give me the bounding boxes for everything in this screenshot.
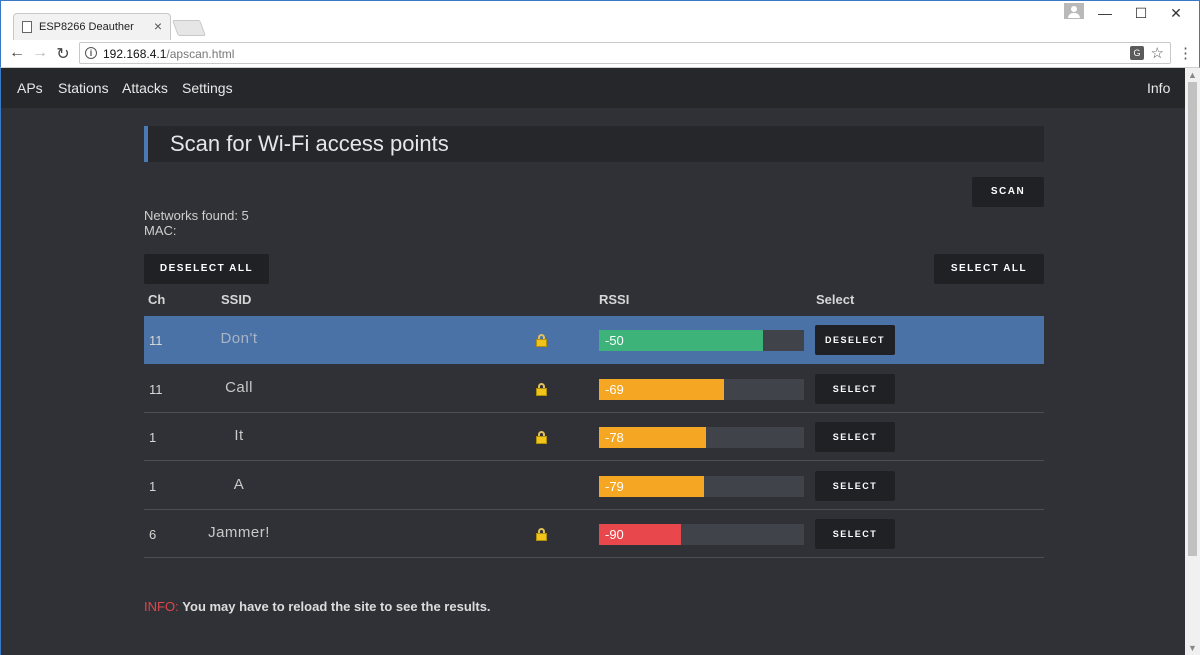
nav-link-aps[interactable]: APs: [17, 80, 43, 96]
deselect-button[interactable]: DESELECT: [815, 325, 895, 355]
browser-toolbar: ← → ↻ i 192.168.4.1/apscan.html G ☆ ⋮: [0, 40, 1200, 68]
channel-cell: 11: [149, 381, 163, 397]
column-header-rssi: RSSI: [599, 292, 630, 307]
table-row: 1 It -78 SELECT: [144, 413, 1044, 461]
reload-icon[interactable]: ↻: [53, 44, 73, 64]
column-header-select: Select: [816, 292, 855, 307]
lock-icon: [536, 382, 547, 396]
lock-icon: [536, 334, 547, 347]
rssi-meter: -78: [599, 427, 804, 448]
browser-tab[interactable]: ESP8266 Deauther ×: [13, 13, 171, 41]
select-button[interactable]: SELECT: [815, 519, 895, 549]
channel-cell: 1: [149, 430, 157, 445]
scan-button[interactable]: SCAN: [972, 177, 1044, 207]
select-all-button[interactable]: SELECT ALL: [934, 254, 1044, 284]
channel-cell: 1: [149, 478, 157, 494]
rssi-value: -78: [605, 430, 624, 445]
nav-link-info[interactable]: Info: [1147, 80, 1170, 96]
maximize-icon[interactable]: ☐: [1126, 3, 1156, 23]
browser-menu-icon[interactable]: ⋮: [1178, 44, 1193, 62]
lock-icon: [536, 431, 547, 444]
table-row: 11 Call -69 SELECT: [144, 365, 1044, 413]
mac-text: MAC:: [144, 223, 177, 238]
vertical-scrollbar[interactable]: ▲ ▼: [1185, 68, 1200, 655]
nav-link-settings[interactable]: Settings: [182, 80, 233, 96]
rssi-meter: -90: [599, 524, 804, 545]
browser-titlebar: ESP8266 Deauther × — ☐ ✕: [0, 0, 1200, 41]
page-viewport: APs Stations Attacks Settings Info Scan …: [0, 68, 1200, 655]
scroll-up-icon[interactable]: ▲: [1188, 70, 1197, 80]
networks-found-text: Networks found: 5: [144, 208, 249, 223]
channel-cell: 11: [149, 333, 163, 348]
url-bar[interactable]: i 192.168.4.1/apscan.html G ☆: [79, 42, 1171, 64]
info-label: INFO:: [144, 599, 179, 614]
forward-arrow-icon[interactable]: →: [30, 44, 50, 62]
new-tab-button[interactable]: [172, 20, 206, 36]
column-header-ssid: SSID: [221, 292, 252, 307]
rssi-value: -50: [605, 333, 624, 348]
lock-icon: [536, 528, 547, 541]
site-info-icon[interactable]: i: [85, 47, 97, 59]
select-button[interactable]: SELECT: [815, 422, 895, 452]
close-window-icon[interactable]: ✕: [1161, 3, 1191, 23]
scroll-down-icon[interactable]: ▼: [1188, 643, 1197, 653]
rssi-meter: -79: [599, 475, 804, 497]
channel-cell: 6: [149, 527, 157, 542]
ssid-cell: Jammer!: [208, 524, 270, 541]
deselect-all-button[interactable]: DESELECT ALL: [144, 254, 269, 284]
ssid-cell: A: [233, 475, 245, 493]
table-row: 1 A -79 SELECT: [144, 462, 1044, 510]
ssid-cell: Don't: [220, 330, 258, 347]
profile-icon[interactable]: [1064, 3, 1084, 19]
info-message: INFO: You may have to reload the site to…: [144, 599, 491, 614]
close-tab-icon[interactable]: ×: [154, 18, 162, 34]
minimize-icon[interactable]: —: [1090, 3, 1120, 23]
page-header: Scan for Wi-Fi access points: [144, 126, 1044, 162]
url-text: 192.168.4.1/apscan.html: [103, 47, 235, 61]
rssi-meter: -69: [599, 378, 804, 400]
top-navbar: APs Stations Attacks Settings Info: [1, 68, 1186, 108]
column-header-ch: Ch: [148, 292, 166, 307]
nav-link-attacks[interactable]: Attacks: [122, 80, 168, 96]
rssi-value: -69: [605, 381, 624, 397]
select-button[interactable]: SELECT: [815, 470, 895, 501]
nav-link-stations[interactable]: Stations: [58, 80, 109, 96]
table-row: 6 Jammer! -90 SELECT: [144, 510, 1044, 558]
bookmark-star-icon[interactable]: ☆: [1151, 44, 1164, 62]
info-text: You may have to reload the site to see t…: [182, 599, 491, 614]
page-title: Scan for Wi-Fi access points: [170, 131, 449, 156]
ssid-cell: It: [234, 427, 244, 444]
rssi-meter: -50: [599, 330, 804, 351]
ssid-cell: Call: [225, 378, 253, 396]
scroll-thumb[interactable]: [1188, 82, 1197, 556]
table-row: 11 Don't -50 DESELECT: [144, 316, 1044, 364]
back-arrow-icon[interactable]: ←: [7, 44, 27, 62]
translate-icon[interactable]: G: [1130, 46, 1144, 60]
rssi-value: -79: [605, 478, 624, 494]
select-button[interactable]: SELECT: [815, 373, 895, 404]
rssi-value: -90: [605, 527, 624, 542]
page-icon: [22, 21, 32, 33]
tab-title: ESP8266 Deauther: [39, 21, 134, 33]
scan-summary: Networks found: 5 MAC:: [144, 208, 249, 238]
